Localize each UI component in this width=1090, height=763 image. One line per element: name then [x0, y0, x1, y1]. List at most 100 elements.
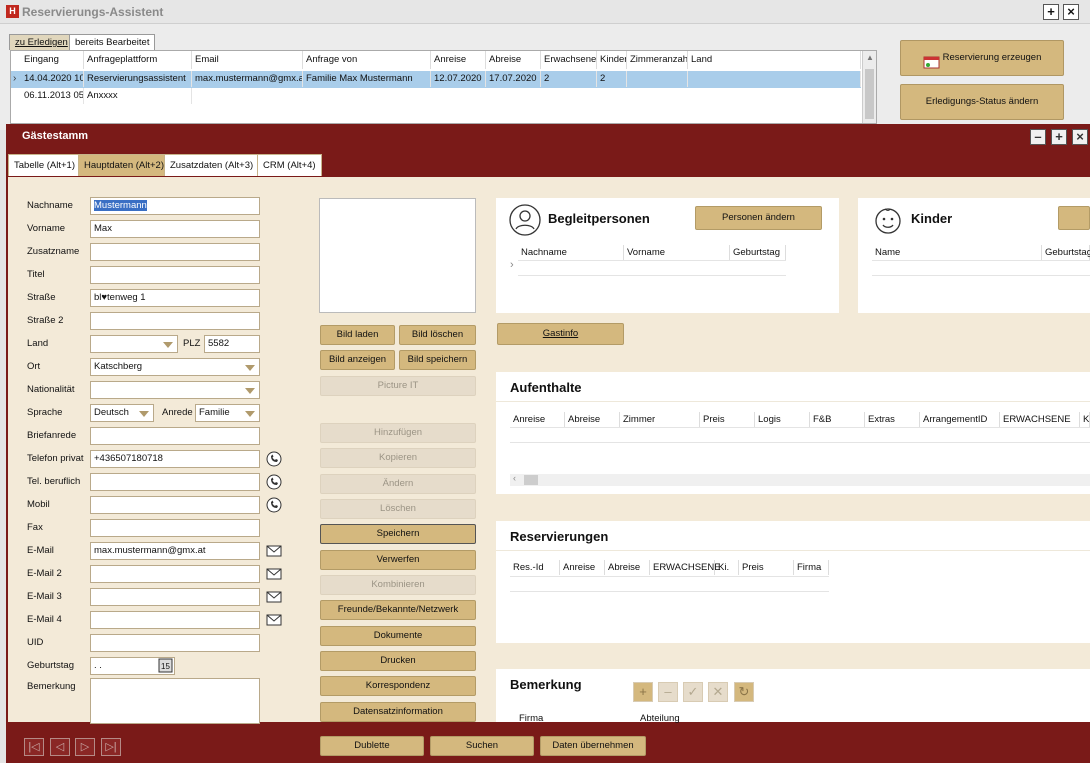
refresh-icon[interactable]: ↻ [734, 682, 754, 702]
col-header[interactable]: Anreise [510, 412, 565, 427]
tab-hauptdaten[interactable]: Hauptdaten (Alt+2) [78, 154, 171, 176]
col-header[interactable]: Geburtstag [1042, 245, 1090, 260]
tab-bereits-bearbeitet[interactable]: bereits Bearbeitet [69, 34, 156, 50]
col-header[interactable]: Logis [755, 412, 810, 427]
daten-uebernehmen-button[interactable]: Daten übernehmen [540, 736, 646, 756]
check-icon[interactable]: ✓ [683, 682, 703, 702]
first-record-button[interactable]: |◁ [24, 738, 44, 756]
change-status-button[interactable]: Erledigungs-Status ändern [900, 84, 1064, 120]
freunde-netzwerk-button[interactable]: Freunde/Bekannte/Netzwerk [320, 600, 476, 620]
col-header[interactable]: Anfrageplattform [84, 51, 192, 69]
scrollbar[interactable]: ▲ [862, 51, 876, 123]
bemerkung-textarea[interactable] [90, 678, 260, 724]
col-header[interactable]: Firma [516, 711, 636, 726]
tab-crm[interactable]: CRM (Alt+4) [257, 154, 322, 176]
hinzufuegen-button[interactable]: Hinzufügen [320, 423, 476, 443]
phone-icon[interactable] [266, 497, 282, 513]
scroll-thumb[interactable] [524, 475, 538, 485]
strasse-field[interactable]: bl♥tenweg 1 [90, 289, 260, 307]
phone-icon[interactable] [266, 474, 282, 490]
nachname-field[interactable]: Mustermann [90, 197, 260, 215]
col-header[interactable]: ArrangementID [920, 412, 1000, 427]
col-header[interactable]: Vorname [624, 245, 730, 260]
telefon-privat-field[interactable]: +436507180718 [90, 450, 260, 468]
anrede-select[interactable]: Familie [195, 404, 260, 422]
col-header[interactable]: Anfrage von [303, 51, 431, 69]
datensatzinformation-button[interactable]: Datensatzinformation [320, 702, 476, 722]
close-button[interactable]: × [1072, 129, 1088, 145]
titel-field[interactable] [90, 266, 260, 284]
maximize-button[interactable]: + [1051, 129, 1067, 145]
col-header[interactable]: Ki. [715, 560, 739, 575]
dublette-button[interactable]: Dublette [320, 736, 424, 756]
kinder-aendern-button[interactable] [1058, 206, 1090, 230]
col-header[interactable]: Zimmer [620, 412, 700, 427]
vorname-field[interactable]: Max [90, 220, 260, 238]
table-row[interactable]: 06.11.2013 05 Anxxxx [11, 88, 861, 105]
bild-loeschen-button[interactable]: Bild löschen [399, 325, 476, 345]
col-header[interactable]: Anreise [431, 51, 486, 69]
mail-icon[interactable] [266, 566, 282, 582]
speichern-button[interactable]: Speichern [320, 524, 476, 544]
tab-zu-erledigen[interactable]: zu Erledigen [9, 34, 74, 50]
dokumente-button[interactable]: Dokumente [320, 626, 476, 646]
col-header[interactable]: Extras [865, 412, 920, 427]
zusatzname-field[interactable] [90, 243, 260, 261]
col-header[interactable]: Erwachsene [541, 51, 597, 69]
col-header[interactable]: Abreise [486, 51, 541, 69]
kombinieren-button[interactable]: Kombinieren [320, 575, 476, 595]
remove-icon[interactable]: – [658, 682, 678, 702]
email3-field[interactable] [90, 588, 260, 606]
col-header[interactable]: Nachname [518, 245, 624, 260]
col-header[interactable]: K [1080, 412, 1090, 427]
col-header[interactable]: Abteilung [637, 711, 757, 726]
korrespondenz-button[interactable]: Korrespondenz [320, 676, 476, 696]
add-icon[interactable]: + [633, 682, 653, 702]
drucken-button[interactable]: Drucken [320, 651, 476, 671]
col-header[interactable]: Abreise [565, 412, 620, 427]
email4-field[interactable] [90, 611, 260, 629]
last-record-button[interactable]: ▷| [101, 738, 121, 756]
mail-icon[interactable] [266, 589, 282, 605]
ort-select[interactable]: Katschberg [90, 358, 260, 376]
suchen-button[interactable]: Suchen [430, 736, 534, 756]
briefanrede-field[interactable] [90, 427, 260, 445]
minimize-button[interactable]: – [1030, 129, 1046, 145]
col-header[interactable]: Geburtstag [730, 245, 786, 260]
col-header[interactable]: ERWACHSENE [650, 560, 721, 575]
nationalitaet-select[interactable] [90, 381, 260, 399]
col-header[interactable]: Abreise [605, 560, 650, 575]
tab-tabelle[interactable]: Tabelle (Alt+1) [8, 154, 81, 176]
maximize-button[interactable]: + [1043, 4, 1059, 20]
col-header[interactable]: ERWACHSENE [1000, 412, 1080, 427]
phone-icon[interactable] [266, 451, 282, 467]
col-header[interactable]: Anreise [560, 560, 605, 575]
plz-field[interactable]: 5582 [204, 335, 260, 353]
verwerfen-button[interactable]: Verwerfen [320, 550, 476, 570]
scroll-thumb[interactable] [865, 69, 874, 119]
personen-aendern-button[interactable]: Personen ändern [695, 206, 822, 230]
col-header[interactable]: F&B [810, 412, 865, 427]
calendar-icon[interactable]: 15 [158, 658, 173, 673]
uid-field[interactable] [90, 634, 260, 652]
land-select[interactable] [90, 335, 178, 353]
loeschen-button[interactable]: Löschen [320, 499, 476, 519]
col-header[interactable]: Eingang [21, 51, 84, 69]
bild-laden-button[interactable]: Bild laden [320, 325, 395, 345]
strasse2-field[interactable] [90, 312, 260, 330]
col-header[interactable]: Name [872, 245, 1042, 260]
tel-beruflich-field[interactable] [90, 473, 260, 491]
col-header[interactable]: Preis [700, 412, 755, 427]
bild-anzeigen-button[interactable]: Bild anzeigen [320, 350, 395, 370]
kopieren-button[interactable]: Kopieren [320, 448, 476, 468]
picture-it-button[interactable]: Picture IT [320, 376, 476, 396]
aendern-button[interactable]: Ändern [320, 474, 476, 494]
next-record-button[interactable]: ▷ [75, 738, 95, 756]
col-header[interactable]: Preis [739, 560, 794, 575]
bild-speichern-button[interactable]: Bild speichern [399, 350, 476, 370]
cancel-icon[interactable]: ✕ [708, 682, 728, 702]
col-header[interactable]: Kinder [597, 51, 627, 69]
email-field[interactable]: max.mustermann@gmx.at [90, 542, 260, 560]
col-header[interactable]: Land [688, 51, 861, 69]
close-button[interactable]: × [1063, 4, 1079, 20]
